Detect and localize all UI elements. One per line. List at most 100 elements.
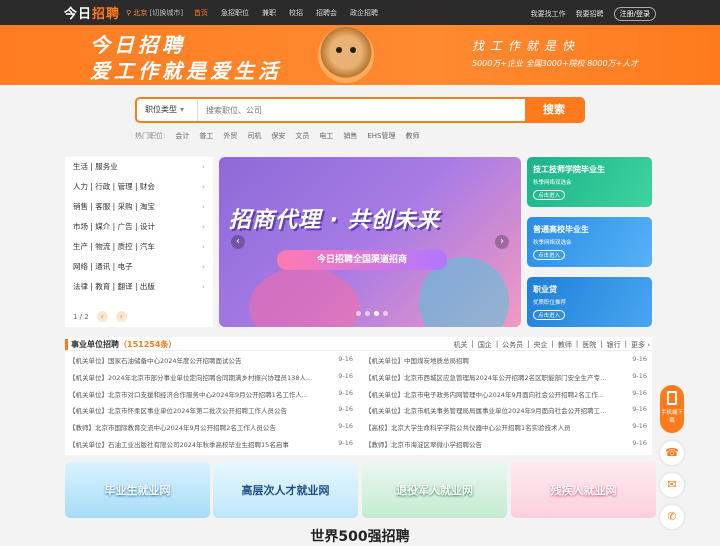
hot-job-link[interactable]: 外贸 — [223, 131, 237, 141]
job-title[interactable]: 【机关单位】北京市机关事务管理局局属事业单位2024年9月面向社会公开招聘工..… — [365, 407, 606, 415]
page-indicator: 1 / 2 — [73, 312, 89, 321]
mobile-app-download[interactable]: 手机端下载 — [660, 385, 684, 433]
carousel-dot[interactable] — [356, 311, 361, 316]
hot-job-link[interactable]: EHS管理 — [367, 131, 395, 141]
job-title[interactable]: 【机关单位】国家石油储备中心2024年度公开招聘面试公告 — [69, 357, 242, 365]
carousel-dot[interactable] — [374, 311, 379, 316]
category-item[interactable]: 市场 | 媒介 | 广告 | 设计 — [65, 217, 213, 237]
logo-text: 今日 — [64, 7, 93, 22]
job-listing[interactable]: 【机关单位】北京市电子政务内网管理中心2024年9月面向社会公开招聘2名工作..… — [365, 388, 647, 406]
search-input[interactable] — [197, 99, 525, 121]
find-job-link[interactable]: 我要找工作 — [531, 9, 566, 19]
job-listing[interactable]: 【机关单位】北京市机关事务管理局局属事业单位2024年9月面向社会公开招聘工..… — [365, 405, 647, 422]
banner-label: 残疾人就业网 — [550, 484, 617, 497]
job-title[interactable]: 【教师】北京市国际教育交流中心2024年9月公开招聘2名工作人员公告 — [69, 424, 276, 432]
qq-icon[interactable]: ✉ — [660, 473, 684, 497]
search-button[interactable]: 搜索 — [525, 99, 583, 121]
customer-service-icon[interactable]: ☎ — [660, 441, 684, 465]
job-listing[interactable]: 【高校】北京大学生命科学学院公共仪器中心公开招聘1名实验技术人员 9-16 — [365, 422, 647, 439]
job-date: 9-16 — [632, 388, 647, 397]
login-button[interactable]: 注册/登录 — [613, 7, 656, 21]
hot-job-link[interactable]: 会计 — [175, 131, 189, 141]
filter-link[interactable]: 医院 — [582, 340, 596, 350]
wechat-icon[interactable]: ✆ — [660, 505, 684, 529]
job-title[interactable]: 【机关单位】2024年北京市部分事业单位定向招聘合同期满乡村振兴协理员138人.… — [69, 374, 312, 382]
promo-enter-button[interactable]: 点击进入 — [533, 250, 566, 260]
nav-job-fair[interactable]: 招聘会 — [316, 8, 337, 18]
nav-home[interactable]: 首页 — [194, 8, 208, 18]
job-listing[interactable]: 【教师】北京市国际教育交流中心2024年9月公开招聘2名工作人员公告 9-16 — [69, 422, 353, 439]
job-type-dropdown[interactable]: 职位类型 — [137, 99, 197, 121]
filter-link[interactable]: 银行 — [607, 340, 621, 350]
hot-job-link[interactable]: 电工 — [319, 131, 333, 141]
promo-card[interactable]: 普通高校毕业生 秋季网络双选会 点击进入 — [527, 217, 652, 267]
jobs-filter-links: 机关 | 国企 | 公务员 | 央企 | 教师 | 医院 | 银行 | 更多 › — [453, 340, 650, 350]
promo-card[interactable]: 职业贷 优质职位推荐 点击进入 — [527, 277, 652, 327]
carousel-next-icon[interactable]: › — [495, 235, 509, 249]
job-listing[interactable]: 【机关单位】中国煤炭地质总局招聘 9-16 — [365, 355, 647, 372]
hot-job-link[interactable]: 销售 — [343, 131, 357, 141]
carousel-headline: 招商代理 · 共创未来 — [229, 208, 440, 233]
category-item[interactable]: 网络 | 通讯 | 电子 — [65, 257, 213, 277]
recruit-link[interactable]: 我要招聘 — [576, 9, 604, 19]
filter-link[interactable]: 国企 — [478, 340, 492, 350]
switch-city-link[interactable]: [切换城市] — [150, 9, 183, 17]
carousel-dot[interactable] — [365, 311, 370, 316]
job-listing[interactable]: 【机关单位】2024年北京市部分事业单位定向招聘合同期满乡村振兴协理员138人.… — [69, 371, 353, 389]
job-title[interactable]: 【机关单位】北京市西城区应急管理局2024年公开招聘2名区职能部门安全生产专..… — [365, 374, 606, 382]
job-listing[interactable]: 【机关单位】国家石油储备中心2024年度公开招聘面试公告 9-16 — [69, 355, 353, 372]
nav-part-time[interactable]: 兼职 — [262, 8, 276, 18]
job-listing[interactable]: 【机关单位】北京市西城区应急管理局2024年公开招聘2名区职能部门安全生产专..… — [365, 371, 647, 389]
category-item[interactable]: 人力 | 行政 | 管理 | 财会 — [65, 177, 213, 197]
filter-link[interactable]: 机关 — [453, 340, 467, 350]
veteran-jobs-banner[interactable]: 退役军人就业网 — [362, 462, 507, 518]
job-listing[interactable]: 【教师】北京市海淀区翠微小学招聘公告 9-16 — [365, 438, 647, 456]
filter-link[interactable]: 央企 — [534, 340, 548, 350]
hot-job-link[interactable]: 司机 — [247, 131, 261, 141]
category-item[interactable]: 法律 | 教育 | 翻译 | 出版 — [65, 277, 213, 297]
promo-enter-button[interactable]: 点击进入 — [533, 310, 566, 320]
hot-job-link[interactable]: 教师 — [406, 131, 420, 141]
prev-page-icon[interactable]: ‹ — [96, 311, 108, 322]
city-selector[interactable]: ⚲ 北京 [切换城市] — [126, 8, 183, 18]
category-item[interactable]: 生活 | 服务业 — [65, 157, 213, 177]
nav-campus[interactable]: 校招 — [289, 8, 303, 18]
category-item[interactable]: 销售 | 客服 | 采购 | 淘宝 — [65, 197, 213, 217]
more-link[interactable]: 更多 › — [631, 340, 650, 350]
job-title[interactable]: 【教师】北京市海淀区翠微小学招聘公告 — [365, 441, 482, 449]
filter-link[interactable]: 公务员 — [502, 340, 523, 350]
job-title[interactable]: 【高校】北京大学生命科学学院公共仪器中心公开招聘1名实验技术人员 — [365, 424, 571, 432]
carousel-prev-icon[interactable]: ‹ — [231, 235, 245, 249]
job-listing[interactable]: 【机关单位】石油工业出版社有限公司2024年秋季高校毕业生招聘15名启事 9-16 — [69, 438, 353, 456]
talent-jobs-banner[interactable]: 高层次人才就业网 — [213, 462, 358, 518]
job-date: 9-16 — [338, 422, 353, 431]
job-title[interactable]: 【机关单位】北京市对口支援和经济合作服务中心2024年9月公开招聘1名工作人..… — [69, 391, 308, 399]
site-logo[interactable]: 今日招聘 — [64, 3, 120, 22]
floating-sidebar: 手机端下载 ☎ ✉ ✆ — [660, 385, 684, 529]
next-page-icon[interactable]: › — [115, 311, 127, 322]
topbar-actions: 我要找工作 我要招聘 注册/登录 — [531, 7, 656, 21]
filter-link[interactable]: 教师 — [558, 340, 572, 350]
promo-enter-button[interactable]: 点击进入 — [533, 190, 566, 200]
nav-urgent-jobs[interactable]: 急招职位 — [221, 8, 249, 18]
carousel-dot[interactable] — [383, 311, 388, 316]
carousel[interactable]: 招商代理 · 共创未来 今日招聘全国渠道招商 ‹ › — [219, 157, 521, 327]
category-item[interactable]: 生产 | 物流 | 质控 | 汽车 — [65, 237, 213, 257]
jobs-title: 事业单位招聘（151254条） — [65, 339, 176, 350]
hot-job-link[interactable]: 文员 — [295, 131, 309, 141]
nav-gov-recruit[interactable]: 政企招聘 — [350, 8, 378, 18]
disabled-jobs-banner[interactable]: 残疾人就业网 — [511, 462, 656, 518]
job-title[interactable]: 【机关单位】北京市电子政务内网管理中心2024年9月面向社会公开招聘2名工作..… — [365, 391, 604, 399]
job-title[interactable]: 【机关单位】中国煤炭地质总局招聘 — [365, 357, 469, 365]
job-title[interactable]: 【机关单位】石油工业出版社有限公司2024年秋季高校毕业生招聘15名启事 — [69, 441, 289, 449]
logo-accent: 招聘 — [92, 7, 121, 22]
hot-job-link[interactable]: 保安 — [271, 131, 285, 141]
graduate-jobs-banner[interactable]: 毕业生就业网 — [65, 462, 210, 518]
job-title[interactable]: 【机关单位】北京市怀柔区事业单位2024年第二批次公开招聘工作人员公告 — [69, 407, 287, 415]
app-download-label: 手机端下载 — [660, 410, 683, 424]
job-date: 9-16 — [632, 371, 647, 380]
hot-job-link[interactable]: 普工 — [199, 131, 213, 141]
job-listing[interactable]: 【机关单位】北京市怀柔区事业单位2024年第二批次公开招聘工作人员公告 9-16 — [69, 405, 353, 422]
promo-card[interactable]: 技工技师学院毕业生 秋季网络双选会 点击进入 — [527, 157, 652, 207]
job-listing[interactable]: 【机关单位】北京市对口支援和经济合作服务中心2024年9月公开招聘1名工作人..… — [69, 388, 353, 406]
